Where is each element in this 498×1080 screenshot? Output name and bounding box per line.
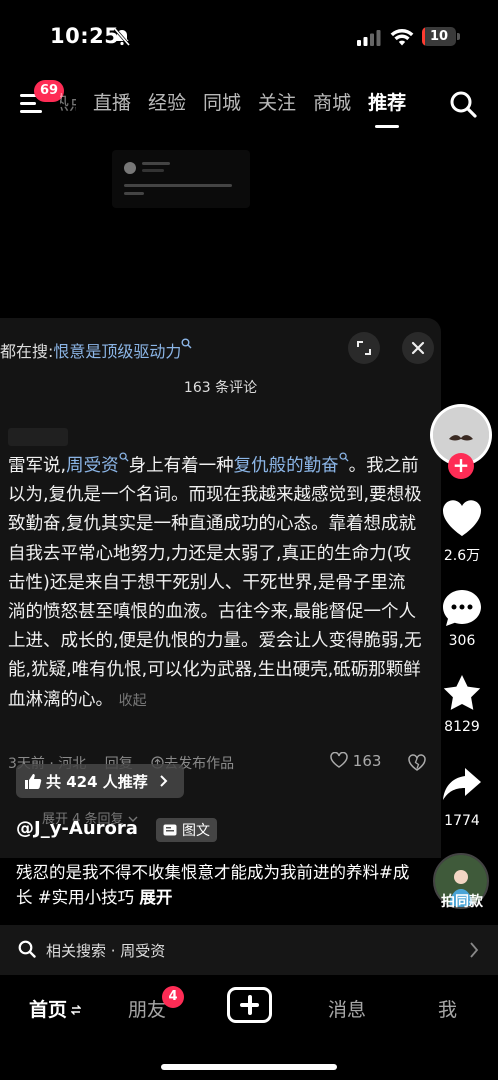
comment-text: 雷军说,周受资 身上有着一种复仇般的勤奋 。我之前以为,复仇是一个名词。而现在我越来… [8, 452, 422, 716]
comment-link-person[interactable]: 周受资 [66, 452, 129, 476]
tab-messages[interactable]: 消息 [328, 995, 366, 1022]
fullscreen-button[interactable] [348, 332, 380, 364]
tab-local[interactable]: 同城 [203, 88, 241, 122]
tab-live[interactable]: 直播 [93, 88, 131, 122]
comment-link-phrase[interactable]: 复仇般的勤奋 [234, 452, 349, 476]
tab-following[interactable]: 关注 [258, 88, 296, 122]
recommend-count-pill[interactable]: 共 424 人推荐 [16, 764, 184, 798]
search-small-icon [119, 452, 129, 462]
search-icon [18, 940, 36, 958]
refresh-arrows-icon [70, 1005, 82, 1015]
create-post-button[interactable] [227, 987, 272, 1023]
chevron-right-icon [470, 942, 479, 958]
tab-mall[interactable]: 商城 [313, 88, 351, 122]
comment-like-button[interactable]: 163 [330, 751, 382, 770]
hot-search-keyword[interactable]: 恨意是顶级驱动力 [53, 342, 181, 361]
remix-label[interactable]: 拍同款 [426, 891, 498, 911]
close-comments-button[interactable] [402, 332, 434, 364]
search-icon[interactable] [449, 90, 477, 118]
image-text-icon [163, 824, 177, 836]
tab-me[interactable]: 我 [438, 995, 457, 1022]
bell-muted-icon [113, 28, 131, 46]
friends-badge: 4 [162, 986, 184, 1008]
comment-like-count: 163 [352, 752, 382, 770]
thumbs-up-icon [25, 773, 42, 789]
post-type-badge: 图文 [156, 818, 217, 842]
expand-icon [357, 341, 371, 355]
hot-search-bar[interactable]: 都在搜:恨意是顶级驱动力 [0, 338, 192, 362]
comment-count-title: 163 条评论 [183, 380, 258, 396]
search-small-icon [181, 338, 192, 349]
tab-hot[interactable]: 热点 [60, 88, 76, 122]
author-name[interactable]: @J_y-Aurora [16, 818, 138, 839]
comment-count: 306 [448, 633, 476, 649]
favorite-count: 8129 [444, 719, 480, 735]
star-icon[interactable] [441, 673, 483, 713]
broken-heart-icon[interactable] [407, 752, 427, 772]
home-indicator [161, 1064, 337, 1070]
chevron-right-icon [160, 775, 168, 787]
signal-icon [357, 30, 381, 46]
tab-recommend[interactable]: 推荐 [368, 88, 406, 128]
heart-outline-icon [330, 751, 348, 768]
status-bar: 10:25 10 [0, 0, 498, 70]
close-icon [411, 341, 425, 355]
wifi-icon [390, 29, 414, 46]
caption-expand-button[interactable]: 展开 [139, 888, 172, 907]
follow-button[interactable]: + [448, 453, 474, 479]
related-search-text: 相关搜索 · 周受资 [46, 942, 166, 960]
commenter-name[interactable] [8, 428, 68, 446]
like-count: 2.6万 [443, 548, 481, 564]
video-caption: 残忍的是我不得不收集恨意才能成为我前进的养料#成长 #实用小技巧 展开 [16, 863, 410, 907]
tab-home[interactable]: 首页 [29, 995, 82, 1022]
tab-friends[interactable]: 朋友 [128, 995, 166, 1022]
status-time: 10:25 [50, 24, 120, 48]
collapse-link[interactable]: 收起 [119, 693, 147, 709]
battery-indicator: 10 [422, 27, 456, 46]
top-nav-tabs: 热点 直播 经验 同城 关注 商城 推荐 [60, 88, 423, 128]
tab-experience[interactable]: 经验 [148, 88, 186, 122]
share-count: 1774 [444, 813, 480, 829]
comment-icon[interactable] [441, 588, 483, 628]
search-small-icon [339, 452, 349, 462]
related-search-bar[interactable]: 相关搜索 · 周受资 [0, 925, 498, 975]
heart-icon[interactable] [441, 498, 483, 538]
video-content-preview [112, 150, 250, 208]
share-icon[interactable] [441, 764, 483, 804]
